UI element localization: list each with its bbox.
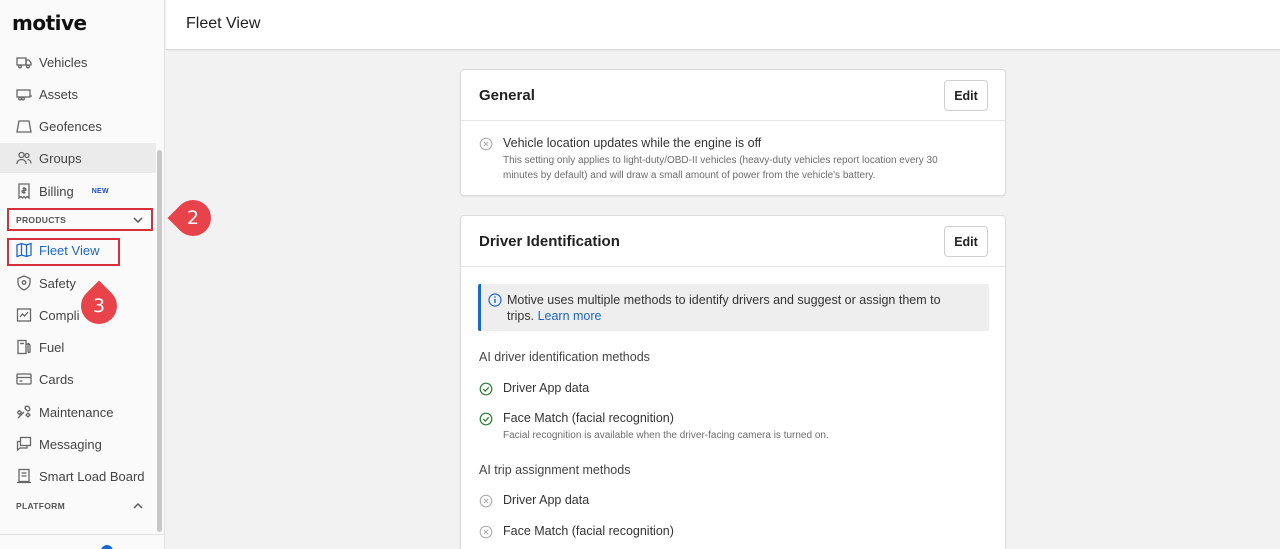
- truck-icon: [16, 54, 32, 70]
- trip-method-row: Face Match (facial recognition): [479, 524, 674, 539]
- trip-method-row: Driver App data: [479, 493, 589, 508]
- method-row: Driver App data: [479, 381, 589, 396]
- section-header-label: PLATFORM: [16, 501, 65, 511]
- method-row: Face Match (facial recognition) Facial r…: [479, 411, 829, 443]
- sidebar-item-label: Messaging: [39, 436, 102, 452]
- sidebar-item-label: Groups: [39, 150, 82, 166]
- fuel-icon: [16, 339, 32, 355]
- sidebar-item-geofences[interactable]: Geofences: [0, 111, 156, 141]
- sidebar-item-safety[interactable]: Safety: [0, 268, 156, 298]
- disabled-x-icon: [479, 137, 493, 151]
- setting-row: Vehicle location updates while the engin…: [479, 136, 938, 183]
- chevron-up-icon: [133, 502, 143, 509]
- sidebar-item-label: Cards: [39, 371, 74, 387]
- check-circle-icon: [479, 382, 493, 396]
- method-label: Face Match (facial recognition): [503, 411, 674, 425]
- annotation-highlight-fleet-view: [7, 238, 120, 266]
- card-header: General Edit: [461, 70, 1005, 121]
- load-board-icon: [16, 468, 32, 484]
- trip-method-label: Face Match (facial recognition): [503, 524, 674, 538]
- sidebar-item-vehicles[interactable]: Vehicles: [0, 47, 156, 77]
- sidebar-item-label: Billing: [39, 183, 74, 199]
- disabled-x-icon: [479, 494, 493, 508]
- sidebar-item-maintenance[interactable]: Maintenance: [0, 397, 156, 427]
- annotation-marker-2: 2: [167, 192, 219, 244]
- sidebar-item-cards[interactable]: Cards: [0, 364, 156, 394]
- sidebar-item-assets[interactable]: Assets: [0, 79, 156, 109]
- help-button[interactable]: [101, 545, 113, 549]
- general-edit-button[interactable]: Edit: [944, 80, 988, 111]
- sidebar-item-label: Smart Load Board: [39, 468, 145, 484]
- trip-methods-label: AI trip assignment methods: [479, 463, 631, 477]
- compliance-icon: [16, 307, 32, 323]
- sidebar-item-billing[interactable]: Billing NEW: [0, 176, 156, 206]
- card-header: Driver Identification Edit: [461, 216, 1005, 267]
- driver-identification-edit-button[interactable]: Edit: [944, 226, 988, 257]
- new-badge: NEW: [91, 187, 109, 195]
- sidebar-item-smart-load-board[interactable]: Smart Load Board: [0, 461, 156, 491]
- method-description: Facial recognition is available when the…: [503, 430, 829, 441]
- sidebar-item-label: Geofences: [39, 118, 102, 134]
- sidebar-item-label: Assets: [39, 86, 79, 102]
- ai-methods-label: AI driver identification methods: [479, 350, 650, 364]
- trailer-icon: [16, 86, 32, 102]
- general-card: General Edit Vehicle location updates wh…: [460, 69, 1006, 196]
- sidebar-item-groups[interactable]: Groups: [0, 143, 156, 173]
- wrench-icon: [16, 404, 32, 420]
- shield-icon: [16, 275, 32, 291]
- sidebar-divider: [0, 534, 164, 535]
- sidebar-scrollbar[interactable]: [157, 150, 162, 532]
- setting-label: Vehicle location updates while the engin…: [503, 136, 762, 150]
- sidebar-item-label: Safety: [39, 275, 76, 291]
- page-title: Fleet View: [186, 15, 261, 32]
- billing-icon: [16, 183, 32, 199]
- trip-method-label: Driver App data: [503, 493, 590, 507]
- disabled-x-icon: [479, 525, 493, 539]
- card-title: Driver Identification: [479, 233, 620, 250]
- driver-identification-card: Driver Identification Edit Motive uses m…: [460, 215, 1006, 549]
- method-label: Driver App data: [503, 381, 590, 395]
- annotation-highlight-products: [7, 208, 153, 231]
- card-title: General: [479, 87, 535, 104]
- users-icon: [16, 150, 32, 166]
- learn-more-link[interactable]: Learn more: [538, 309, 602, 323]
- message-icon: [16, 436, 32, 452]
- sidebar-item-label: Compli: [39, 307, 80, 323]
- geofence-icon: [16, 118, 32, 134]
- info-icon: [488, 293, 502, 307]
- sidebar-item-label: Maintenance: [39, 404, 114, 420]
- info-banner: Motive uses multiple methods to identify…: [478, 284, 989, 331]
- sidebar-item-messaging[interactable]: Messaging: [0, 429, 156, 459]
- check-circle-icon: [479, 412, 493, 426]
- sidebar-item-label: Vehicles: [39, 54, 88, 70]
- card-icon: [16, 371, 32, 387]
- setting-description: This setting only applies to light-duty/…: [503, 155, 938, 181]
- sidebar-item-fuel[interactable]: Fuel: [0, 332, 156, 362]
- sidebar-item-compliance[interactable]: Compli: [0, 300, 156, 330]
- sidebar: motive Vehicles Assets Geofences Groups …: [0, 0, 165, 549]
- motive-logo[interactable]: motive: [12, 11, 87, 35]
- sidebar-item-label: Fuel: [39, 339, 65, 355]
- platform-section-header[interactable]: PLATFORM: [8, 495, 152, 517]
- top-bar: Fleet View: [166, 0, 1280, 50]
